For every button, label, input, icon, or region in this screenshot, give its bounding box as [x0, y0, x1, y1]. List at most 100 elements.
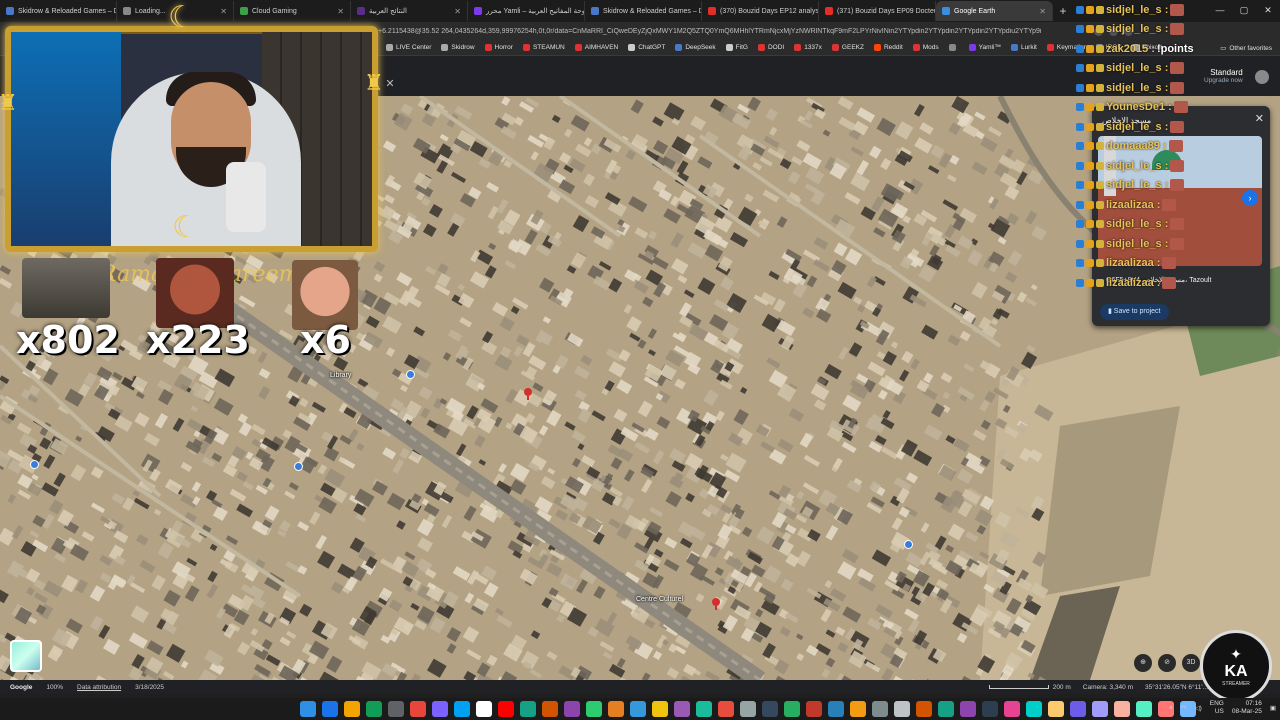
chat-username[interactable]: sidjel_le_s : [1106, 121, 1168, 133]
taskbar-app-icon[interactable] [850, 701, 866, 717]
other-favorites[interactable]: ▭ Other favorites [1220, 44, 1272, 53]
3d-toggle-button[interactable]: 3D [1182, 654, 1200, 672]
taskbar-app-icon[interactable] [938, 701, 954, 717]
bookmark-item[interactable]: Mods [912, 44, 939, 51]
chat-username[interactable]: YounesDe1 : [1106, 101, 1172, 113]
taskbar-app-icon[interactable] [762, 701, 778, 717]
location-pin-icon[interactable] [712, 598, 720, 610]
taskbar-app-icon[interactable] [696, 701, 712, 717]
start-button[interactable] [300, 701, 316, 717]
account-avatar[interactable] [1255, 70, 1269, 84]
bookmark-item[interactable]: 1337x [794, 44, 822, 51]
browser-tab[interactable]: محرر Yamli – لوحة المفاتيح العربية✕ [468, 1, 585, 21]
taskbar-app-icon[interactable] [916, 701, 932, 717]
taskbar-app-icon[interactable] [1136, 701, 1152, 717]
close-icon[interactable]: ✕ [1255, 112, 1264, 125]
bookmark-item[interactable]: LIVE Center [386, 44, 431, 51]
taskbar-app-icon[interactable] [718, 701, 734, 717]
taskbar-app-icon[interactable] [454, 701, 470, 717]
taskbar-app-icon[interactable] [586, 701, 602, 717]
browser-tab[interactable]: Skidrow & Reloaded Games – Do...✕ [585, 1, 702, 21]
bookmark-item[interactable]: Yamli™ [968, 44, 1001, 51]
browser-tab[interactable]: Google Earth ✕ [936, 1, 1053, 21]
taskbar-app-icon[interactable] [322, 701, 338, 717]
close-tab-icon[interactable]: ✕ [454, 7, 461, 16]
close-tab-icon[interactable]: ✕ [337, 7, 344, 16]
taskbar-app-icon[interactable] [960, 701, 976, 717]
chat-username[interactable]: sidjel_le_s : [1106, 4, 1168, 16]
data-attribution-link[interactable]: Data attribution [77, 684, 121, 691]
chevron-up-icon[interactable]: ˄ [1169, 705, 1173, 712]
taskbar-app-icon[interactable] [410, 701, 426, 717]
chat-username[interactable]: sidjel_le_s : [1106, 82, 1168, 94]
clock[interactable]: 07:16 08-Mar-25 [1232, 700, 1262, 716]
taskbar-app-icon[interactable] [564, 701, 580, 717]
taskbar-app-icon[interactable] [498, 701, 514, 717]
taskbar-app-icon[interactable] [784, 701, 800, 717]
compass-button[interactable]: ⊘ [1158, 654, 1176, 672]
chat-username[interactable]: sidjel_le_s : [1106, 218, 1168, 230]
taskbar-app-icon[interactable] [1004, 701, 1020, 717]
taskbar-app-icon[interactable] [542, 701, 558, 717]
bookmark-item[interactable]: Lurkit [1010, 44, 1037, 51]
taskbar-app-icon[interactable] [1092, 701, 1108, 717]
taskbar-app-icon[interactable] [366, 701, 382, 717]
taskbar-app-icon[interactable] [806, 701, 822, 717]
save-to-project-button[interactable]: ▮ Save to project [1100, 304, 1169, 320]
close-tab-icon[interactable]: ✕ [1039, 7, 1046, 16]
taskbar-app-icon[interactable] [1026, 701, 1042, 717]
url-text[interactable]: +6.2115438@35.52 264,0435264d,359,999762… [378, 28, 1088, 35]
browser-tab[interactable]: النتائج العربية ✕ [351, 1, 468, 21]
taskbar-app-icon[interactable] [1048, 701, 1064, 717]
chat-username[interactable]: sidjel_le_s : [1106, 238, 1168, 250]
taskbar-app-icon[interactable] [630, 701, 646, 717]
bookmark-item[interactable] [948, 44, 959, 51]
close-tab-icon[interactable]: ✕ [220, 7, 227, 16]
bookmark-item[interactable]: GEEKZ [831, 44, 864, 51]
taskbar-app-icon[interactable] [740, 701, 756, 717]
poi-marker-icon[interactable] [294, 462, 303, 471]
chat-username[interactable]: lizaalizaa : [1106, 277, 1160, 289]
chat-username[interactable]: sidjel_le_s : [1106, 23, 1168, 35]
chat-username[interactable]: lizaalizaa : [1106, 199, 1160, 211]
measure-tool-icon[interactable]: ✕ [384, 78, 396, 90]
bookmark-item[interactable]: ChatGPT [628, 44, 665, 51]
bookmark-item[interactable]: FitG [725, 44, 748, 51]
poi-marker-icon[interactable] [904, 540, 913, 549]
maximize-button[interactable]: ▢ [1232, 0, 1256, 20]
taskbar-app-icon[interactable] [1114, 701, 1130, 717]
layers-button[interactable] [10, 640, 42, 672]
chat-username[interactable]: sidjel_le_s : [1106, 160, 1168, 172]
chat-username[interactable]: lizaalizaa : [1106, 257, 1160, 269]
notification-icon[interactable]: ▣ [1270, 704, 1276, 712]
pegman-button[interactable]: ⊕ [1134, 654, 1152, 672]
wifi-icon[interactable]: ◠ [1181, 704, 1187, 712]
taskbar-app-icon[interactable] [344, 701, 360, 717]
browser-tab[interactable]: Cloud Gaming ✕ [234, 1, 351, 21]
taskbar-app-icon[interactable] [674, 701, 690, 717]
bookmark-item[interactable]: Skidrow [441, 44, 475, 51]
upgrade-link[interactable]: Upgrade now [1204, 77, 1243, 84]
bookmark-item[interactable]: STEAMUN [522, 44, 565, 51]
next-photo-button[interactable]: › [1242, 190, 1258, 206]
chat-username[interactable]: zak2015 : [1106, 43, 1155, 55]
taskbar-app-icon[interactable] [894, 701, 910, 717]
map-label[interactable]: Centre Culturel [636, 596, 683, 603]
plan-info[interactable]: Standard Upgrade now [1204, 68, 1243, 84]
browser-tab[interactable]: (371) Bouzid Days EP09 Docteur ...✕ [819, 1, 936, 21]
bookmark-item[interactable]: Reddit [873, 44, 903, 51]
browser-tab[interactable]: (370) Bouzid Days EP12 analyses...✕ [702, 1, 819, 21]
taskbar-app-icon[interactable] [982, 701, 998, 717]
chat-username[interactable]: domaaa89 : [1106, 140, 1167, 152]
chat-username[interactable]: sidjel_le_s : [1106, 62, 1168, 74]
taskbar-app-icon[interactable] [520, 701, 536, 717]
bookmark-item[interactable]: DeepSeek [675, 44, 716, 51]
taskbar-app-icon[interactable] [652, 701, 668, 717]
chat-username[interactable]: sidjel_le_s : [1106, 179, 1168, 191]
volume-icon[interactable]: ◁) [1195, 704, 1202, 712]
minimize-button[interactable]: — [1208, 0, 1232, 20]
taskbar-app-icon[interactable] [476, 701, 492, 717]
taskbar-app-icon[interactable] [1070, 701, 1086, 717]
taskbar-app-icon[interactable] [608, 701, 624, 717]
new-tab-button[interactable]: + [1053, 4, 1073, 18]
